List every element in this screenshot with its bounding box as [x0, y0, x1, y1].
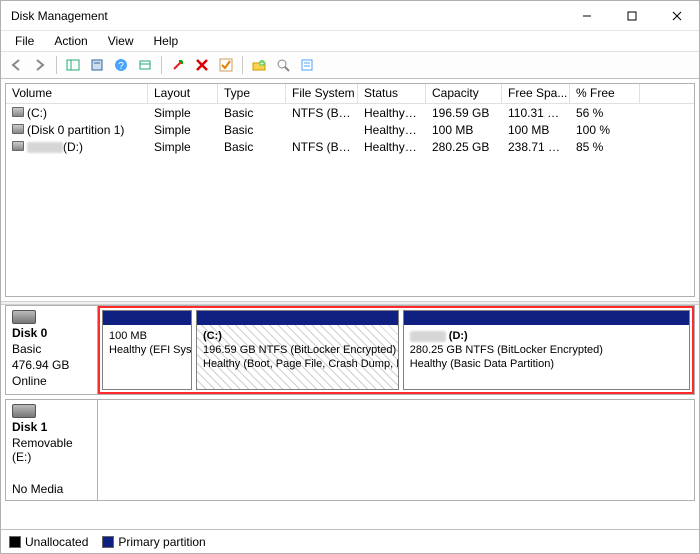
partition-bar: [103, 311, 191, 325]
delete-icon[interactable]: [191, 54, 213, 76]
volume-row[interactable]: (D:) Simple Basic NTFS (BitLo... Healthy…: [6, 138, 694, 155]
toolbar-separator: [56, 56, 57, 74]
swatch-primary: [102, 536, 114, 548]
eject-icon[interactable]: [167, 54, 189, 76]
partition-c[interactable]: (C:) 196.59 GB NTFS (BitLocker Encrypted…: [196, 310, 399, 390]
volume-name: (C:): [27, 106, 47, 120]
window-title: Disk Management: [11, 9, 564, 23]
partitions-highlight: 100 MB Healthy (EFI Sys (C:) 196.59 GB N…: [98, 306, 694, 394]
help-icon[interactable]: ?: [110, 54, 132, 76]
swatch-unallocated: [9, 536, 21, 548]
disk-graphical-view: Disk 0 Basic 476.94 GB Online 100 MB Hea…: [5, 305, 695, 505]
col-freespace[interactable]: Free Spa...: [502, 84, 570, 103]
partition-efi[interactable]: 100 MB Healthy (EFI Sys: [102, 310, 192, 390]
forward-button[interactable]: [29, 54, 51, 76]
col-capacity[interactable]: Capacity: [426, 84, 502, 103]
partition-text: 100 MB Healthy (EFI Sys: [103, 325, 191, 389]
volume-list[interactable]: Volume Layout Type File System Status Ca…: [5, 83, 695, 297]
drive-icon: [12, 124, 24, 134]
minimize-button[interactable]: [564, 1, 609, 31]
col-status[interactable]: Status: [358, 84, 426, 103]
volume-row[interactable]: (Disk 0 partition 1) Simple Basic Health…: [6, 121, 694, 138]
disk-label: Disk 1 Removable (E:) No Media: [6, 400, 98, 500]
disk-name: Disk 0: [12, 326, 91, 340]
col-layout[interactable]: Layout: [148, 84, 218, 103]
svg-text:+: +: [260, 59, 265, 68]
disk-type: Basic: [12, 342, 91, 356]
partition-text: (D:) 280.25 GB NTFS (BitLocker Encrypted…: [404, 325, 689, 389]
show-hide-tree-icon[interactable]: [62, 54, 84, 76]
toolbar-separator: [161, 56, 162, 74]
disk-row-0[interactable]: Disk 0 Basic 476.94 GB Online 100 MB Hea…: [5, 305, 695, 395]
volume-icon[interactable]: +: [248, 54, 270, 76]
redacted-name: [27, 142, 63, 153]
menu-action[interactable]: Action: [44, 32, 97, 50]
close-button[interactable]: [654, 1, 699, 31]
disk-removable: Removable (E:): [12, 436, 91, 464]
toolbar: ? +: [1, 51, 699, 79]
menu-help[interactable]: Help: [144, 32, 189, 50]
disk-label: Disk 0 Basic 476.94 GB Online: [6, 306, 98, 394]
volume-name: (Disk 0 partition 1): [27, 123, 124, 137]
drive-icon: [12, 107, 24, 117]
drive-icon: [12, 141, 24, 151]
volume-list-header[interactable]: Volume Layout Type File System Status Ca…: [6, 84, 694, 104]
search-icon[interactable]: [272, 54, 294, 76]
col-volume[interactable]: Volume: [6, 84, 148, 103]
menu-file[interactable]: File: [5, 32, 44, 50]
properties-icon[interactable]: [86, 54, 108, 76]
volume-name: (D:): [63, 140, 83, 154]
volume-list-body: (C:) Simple Basic NTFS (BitLo... Healthy…: [6, 104, 694, 296]
menu-bar: File Action View Help: [1, 31, 699, 51]
col-pctfree[interactable]: % Free: [570, 84, 640, 103]
svg-text:?: ?: [118, 61, 124, 72]
partition-d[interactable]: (D:) 280.25 GB NTFS (BitLocker Encrypted…: [403, 310, 690, 390]
menu-view[interactable]: View: [98, 32, 144, 50]
partition-bar: [404, 311, 689, 325]
maximize-button[interactable]: [609, 1, 654, 31]
col-type[interactable]: Type: [218, 84, 286, 103]
settings-list-icon[interactable]: [296, 54, 318, 76]
legend-unallocated: Unallocated: [9, 535, 88, 549]
toolbar-separator: [242, 56, 243, 74]
partition-bar: [197, 311, 398, 325]
partition-text: (C:) 196.59 GB NTFS (BitLocker Encrypted…: [197, 325, 398, 389]
refresh-icon[interactable]: [134, 54, 156, 76]
volume-row[interactable]: (C:) Simple Basic NTFS (BitLo... Healthy…: [6, 104, 694, 121]
disk-size: 476.94 GB: [12, 358, 91, 372]
disk-icon: [12, 310, 36, 324]
title-bar: Disk Management: [1, 1, 699, 31]
disk-icon: [12, 404, 36, 418]
legend-primary: Primary partition: [102, 535, 205, 549]
partitions-empty: [98, 400, 694, 500]
disk-status: Online: [12, 374, 91, 388]
disk-nomedia: No Media: [12, 482, 91, 496]
disk-name: Disk 1: [12, 420, 91, 434]
check-icon[interactable]: [215, 54, 237, 76]
legend-bar: Unallocated Primary partition: [1, 529, 699, 553]
back-button[interactable]: [5, 54, 27, 76]
disk-row-1[interactable]: Disk 1 Removable (E:) No Media: [5, 399, 695, 501]
redacted-name: [410, 331, 446, 342]
col-filesystem[interactable]: File System: [286, 84, 358, 103]
